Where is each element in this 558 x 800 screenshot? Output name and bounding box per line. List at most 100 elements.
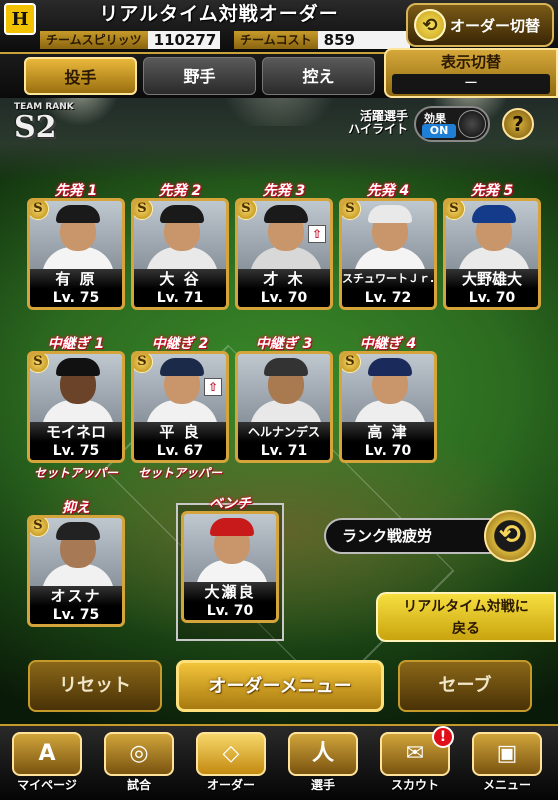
- reliever-slot-3[interactable]: 中継ぎ 3 ヘルナンデス Lv. 71: [234, 333, 334, 463]
- slot-title: 先発 5: [470, 183, 514, 199]
- slot-title: 中継ぎ 4: [359, 336, 417, 352]
- s-rank-badge-icon: S: [30, 201, 49, 220]
- player-card[interactable]: S オスナ Lv. 75: [27, 515, 125, 627]
- rank-fatigue-swap-icon[interactable]: ⟲: [484, 510, 536, 562]
- s-rank-badge-icon: S: [446, 201, 465, 220]
- player-name: 大野雄大: [446, 269, 538, 289]
- s-rank-badge-icon: S: [342, 354, 361, 373]
- player-level: Lv. 70: [184, 602, 276, 620]
- player-card[interactable]: S 大野雄大 Lv. 70: [443, 198, 541, 310]
- starter-slot-5[interactable]: 先発 5 S 大野雄大 Lv. 70: [442, 180, 542, 310]
- nav-game[interactable]: ◎ 試合: [96, 732, 182, 796]
- cap-shape: [472, 205, 516, 223]
- player-name: 大瀬良: [184, 582, 276, 602]
- slot-title: 先発 3: [262, 183, 306, 199]
- order-switch-button[interactable]: ⟲ オーダー切替: [406, 3, 554, 47]
- player-card[interactable]: 大瀬良 Lv. 70: [181, 511, 279, 623]
- role-label: セットアッパー: [137, 466, 222, 480]
- effect-toggle[interactable]: 効果 ON: [414, 106, 490, 142]
- player-name: 才 木: [238, 269, 330, 289]
- team-spirit-label: チームスピリッツ: [40, 31, 148, 49]
- nav-label: スカウト: [390, 778, 439, 792]
- tab-fielder[interactable]: 野手: [143, 57, 256, 95]
- starter-slot-1[interactable]: 先発 1 S 有 原 Lv. 75: [26, 180, 126, 310]
- bottom-navigation: A マイページ ◎ 試合 ◇ オーダー 人 選手 ✉ ! スカウト ▣ メニュー: [0, 724, 558, 800]
- display-toggle-value: ー: [392, 74, 550, 94]
- player-card[interactable]: S スチュワートＪｒ. Lv. 72: [339, 198, 437, 310]
- reliever-slot-1[interactable]: 中継ぎ 1 S モイネロ Lv. 75 セットアッパー: [26, 333, 126, 480]
- player-level: Lv. 75: [30, 606, 122, 624]
- role-label: セットアッパー: [33, 466, 118, 480]
- display-toggle-button[interactable]: 表示切替 ー: [384, 48, 558, 98]
- save-button[interactable]: セーブ: [398, 660, 532, 712]
- highlight-label: 活躍選手 ハイライト: [338, 110, 408, 136]
- player-card[interactable]: S ⇧ 才 木 Lv. 70: [235, 198, 333, 310]
- starter-slot-3[interactable]: 先発 3 S ⇧ 才 木 Lv. 70: [234, 180, 334, 310]
- tab-pitcher[interactable]: 投手: [24, 57, 137, 95]
- cap-shape: [56, 358, 100, 376]
- player-silhouette-icon: 人: [288, 732, 358, 776]
- cap-shape: [160, 205, 204, 223]
- order-switch-label: オーダー切替: [450, 16, 541, 35]
- mypage-icon: A: [12, 732, 82, 776]
- nav-label: メニュー: [482, 778, 531, 792]
- s-rank-badge-icon: S: [134, 201, 153, 220]
- help-button[interactable]: ?: [502, 108, 534, 140]
- nav-label: 試合: [126, 778, 151, 792]
- slot-title: 中継ぎ 1: [47, 336, 105, 352]
- cap-shape: [56, 522, 100, 540]
- order-menu-button[interactable]: オーダーメニュー: [176, 660, 384, 712]
- player-level: Lv. 70: [238, 289, 330, 307]
- nav-players[interactable]: 人 選手: [280, 732, 366, 796]
- s-rank-badge-icon: S: [30, 518, 49, 537]
- nav-order[interactable]: ◇ オーダー: [188, 732, 274, 796]
- player-level: Lv. 75: [30, 289, 122, 307]
- field-order-icon: ◇: [196, 732, 266, 776]
- player-card[interactable]: S 大 谷 Lv. 71: [131, 198, 229, 310]
- player-level: Lv. 70: [446, 289, 538, 307]
- slot-title: 先発 1: [54, 183, 98, 199]
- nav-menu[interactable]: ▣ メニュー: [464, 732, 550, 796]
- swap-icon: ⟲: [414, 9, 446, 41]
- player-level: Lv. 70: [342, 442, 434, 460]
- reset-button[interactable]: リセット: [28, 660, 162, 712]
- starter-slot-2[interactable]: 先発 2 S 大 谷 Lv. 71: [130, 180, 230, 310]
- cap-shape: [264, 205, 308, 223]
- cap-shape: [368, 205, 412, 223]
- player-card[interactable]: S モイネロ Lv. 75: [27, 351, 125, 463]
- player-name: スチュワートＪｒ.: [342, 269, 434, 289]
- toggle-knob-icon: [458, 110, 486, 138]
- bench-slot[interactable]: ベンチ 大瀬良 Lv. 70: [180, 493, 280, 623]
- player-card[interactable]: ヘルナンデス Lv. 71: [235, 351, 333, 463]
- player-portrait: [238, 354, 330, 440]
- player-card[interactable]: S ⇧ 平 良 Lv. 67: [131, 351, 229, 463]
- player-name: ヘルナンデス: [238, 422, 330, 442]
- team-spirit-stat: チームスピリッツ 110277: [40, 30, 220, 50]
- nav-scout[interactable]: ✉ ! スカウト: [372, 726, 458, 796]
- nav-mypage[interactable]: A マイページ: [4, 732, 90, 796]
- back-to-realtime-battle-button[interactable]: リアルタイム対戦に 戻る: [376, 592, 556, 642]
- player-card[interactable]: S 有 原 Lv. 75: [27, 198, 125, 310]
- top-header: H リアルタイム対戦オーダー チームスピリッツ 110277 チームコスト 85…: [0, 0, 558, 54]
- starter-slot-4[interactable]: 先発 4 S スチュワートＪｒ. Lv. 72: [338, 180, 438, 310]
- team-rank: TEAM RANK S2: [14, 102, 104, 152]
- nav-label: マイページ: [17, 778, 77, 792]
- effect-value: ON: [422, 124, 456, 138]
- tab-reserve[interactable]: 控え: [262, 57, 375, 95]
- nav-label: 選手: [310, 778, 335, 792]
- cap-shape: [368, 358, 412, 376]
- slot-title: 先発 2: [158, 183, 202, 199]
- cap-shape: [160, 358, 204, 376]
- reliever-slot-2[interactable]: 中継ぎ 2 S ⇧ 平 良 Lv. 67 セットアッパー: [130, 333, 230, 480]
- player-level: Lv. 72: [342, 289, 434, 307]
- player-level: Lv. 71: [134, 289, 226, 307]
- slot-title: 中継ぎ 2: [151, 336, 209, 352]
- closer-slot[interactable]: 抑え S オスナ Lv. 75: [26, 497, 126, 627]
- team-cost-stat: チームコスト 859: [234, 30, 410, 50]
- s-rank-badge-icon: S: [30, 354, 49, 373]
- reliever-slot-4[interactable]: 中継ぎ 4 S 高 津 Lv. 70: [338, 333, 438, 463]
- player-card[interactable]: S 高 津 Lv. 70: [339, 351, 437, 463]
- page-title: リアルタイム対戦オーダー: [99, 3, 339, 25]
- player-portrait: [184, 514, 276, 600]
- s-rank-badge-icon: S: [342, 201, 361, 220]
